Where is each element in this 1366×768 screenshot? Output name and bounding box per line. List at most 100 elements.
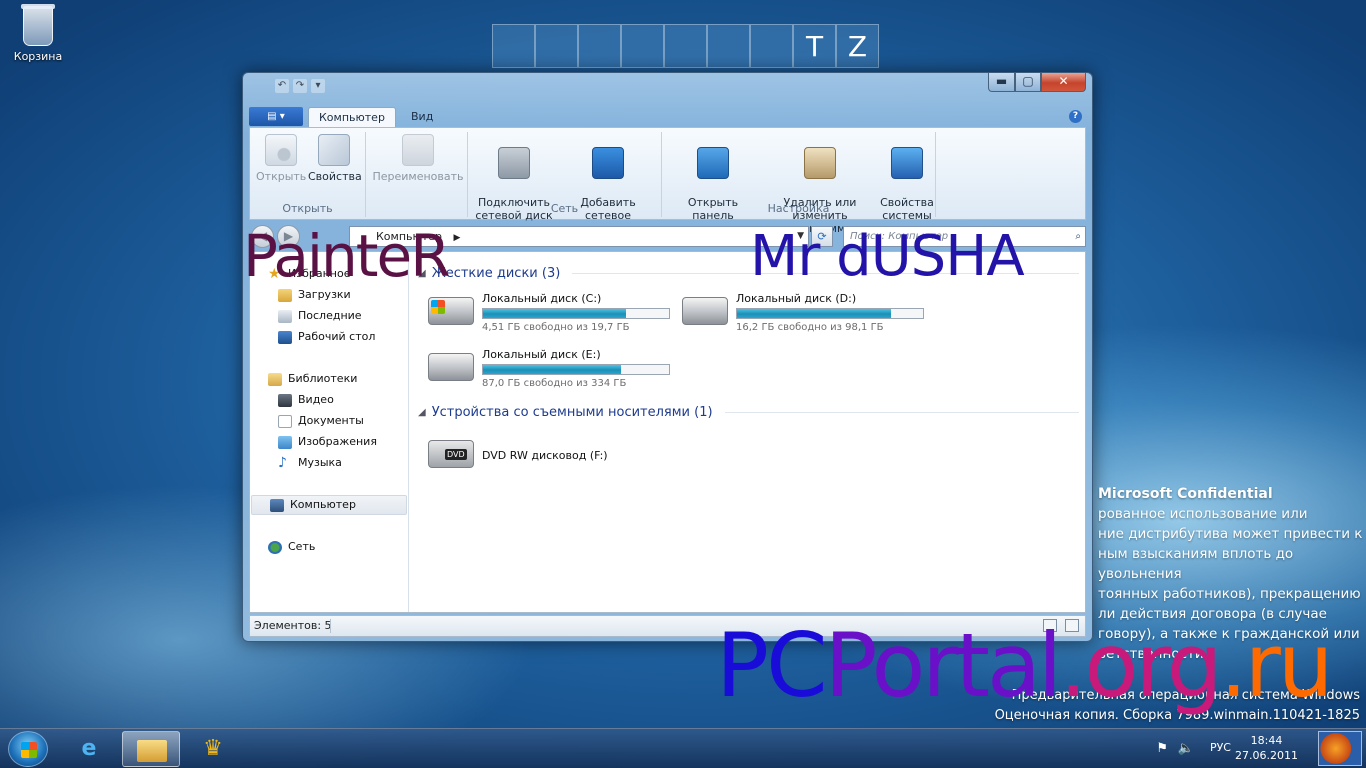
strip-cell bbox=[492, 24, 535, 68]
section-divider bbox=[724, 411, 1079, 413]
ribbon-group-network: Подключить сетевой диск ▾ Добавить сетев… bbox=[468, 132, 662, 235]
ribbon-group-label: Настройка bbox=[767, 202, 830, 215]
nav-music[interactable]: ♪ Музыка bbox=[278, 453, 342, 473]
network-location-icon bbox=[592, 147, 624, 179]
taskbar: e ♛ ⚑ 🔈 РУС 18:44 27.06.2011 bbox=[0, 728, 1366, 768]
nav-recent[interactable]: Последние bbox=[278, 306, 362, 326]
navigation-pane: ★ Избранное Загрузки Последние Рабочий с… bbox=[250, 252, 409, 612]
drive-free-space: 16,2 ГБ свободно из 98,1 ГБ bbox=[736, 322, 884, 333]
drive-name: DVD RW дисковод (F:) bbox=[482, 449, 608, 462]
nav-pictures[interactable]: Изображения bbox=[278, 432, 377, 452]
redo-icon[interactable]: ↷ bbox=[293, 79, 307, 93]
strip-cell bbox=[707, 24, 750, 68]
nav-computer-label: Компьютер bbox=[290, 498, 356, 511]
nav-network[interactable]: Сеть bbox=[268, 537, 315, 557]
rename-button[interactable]: Переименовать bbox=[372, 134, 464, 183]
action-center-flag-icon[interactable]: ⚑ bbox=[1156, 741, 1168, 756]
app-menu-button[interactable]: ▤ ▾ bbox=[249, 107, 303, 126]
explorer-taskbar-button[interactable] bbox=[122, 731, 180, 767]
crown-app-taskbar-icon[interactable]: ♛ bbox=[184, 731, 242, 767]
properties-icon bbox=[318, 134, 350, 166]
drive-c[interactable]: Локальный диск (C:) 4,51 ГБ свободно из … bbox=[428, 289, 678, 339]
nav-libraries[interactable]: Библиотеки bbox=[268, 369, 357, 389]
close-button[interactable]: ✕ bbox=[1041, 73, 1086, 92]
nav-libraries-label: Библиотеки bbox=[288, 372, 358, 385]
drive-usage-fill bbox=[483, 309, 627, 318]
nav-documents-label: Документы bbox=[298, 414, 364, 427]
tab-computer[interactable]: Компьютер bbox=[308, 107, 396, 128]
breadcrumb-chevron-icon[interactable]: ▶ bbox=[453, 233, 460, 243]
drive-name: Локальный диск (D:) bbox=[736, 292, 857, 305]
computer-icon bbox=[270, 498, 284, 512]
nav-documents[interactable]: Документы bbox=[278, 411, 364, 431]
confidential-line: тоянных работников), прекращению bbox=[1098, 586, 1361, 602]
uninstall-icon bbox=[804, 147, 836, 179]
section-removable-label: Устройства со съемными носителями (1) bbox=[431, 404, 713, 420]
volume-icon[interactable]: 🔈 bbox=[1178, 741, 1194, 756]
network-drive-icon bbox=[498, 147, 530, 179]
search-icon[interactable]: ⌕ bbox=[1075, 227, 1081, 246]
title-bar[interactable]: ↶ ↷ ▾ ▬ ▢ ✕ bbox=[243, 73, 1092, 101]
user-avatar-thumbnail[interactable] bbox=[1318, 731, 1362, 766]
strip-cell bbox=[750, 24, 793, 68]
minimize-button[interactable]: ▬ bbox=[988, 73, 1015, 92]
ribbon-group-settings: Открыть панель управления Удалить или из… bbox=[662, 132, 936, 235]
nav-desktop[interactable]: Рабочий стол bbox=[278, 327, 375, 347]
desktop-icon bbox=[278, 330, 292, 344]
control-panel-icon bbox=[697, 147, 729, 179]
status-item-count: Элементов: 5 bbox=[254, 619, 332, 632]
ribbon-group-label: Сеть bbox=[550, 202, 579, 215]
drive-d[interactable]: Локальный диск (D:) 16,2 ГБ свободно из … bbox=[682, 289, 932, 339]
customize-qat-icon[interactable]: ▾ bbox=[311, 79, 325, 93]
ribbon-group-rename: Переименовать bbox=[366, 132, 468, 217]
confidential-title: Microsoft Confidential bbox=[1098, 486, 1273, 502]
start-button[interactable] bbox=[8, 731, 48, 767]
tab-view[interactable]: Вид bbox=[401, 107, 443, 128]
clock[interactable]: 18:44 27.06.2011 bbox=[1235, 733, 1298, 763]
drive-free-space: 87,0 ГБ свободно из 334 ГБ bbox=[482, 378, 627, 389]
drive-usage-bar bbox=[482, 308, 670, 319]
top-strip: T Z bbox=[492, 24, 879, 68]
nav-music-label: Музыка bbox=[298, 456, 342, 469]
ribbon-tabs: ▤ ▾ Компьютер Вид ? bbox=[249, 105, 1086, 128]
ribbon-group-open: Открыть Свойства Открыть bbox=[250, 132, 366, 217]
explorer-window: ↶ ↷ ▾ ▬ ▢ ✕ ▤ ▾ Компьютер Вид ? Открыть … bbox=[242, 72, 1093, 642]
help-icon[interactable]: ? bbox=[1069, 110, 1082, 123]
recycle-bin-desktop-icon[interactable]: Корзина bbox=[8, 4, 68, 63]
video-library-icon bbox=[278, 393, 292, 407]
open-button[interactable]: Открыть bbox=[256, 134, 306, 183]
mrdusha-watermark: Mr dUSHA bbox=[750, 224, 1025, 289]
collapse-chevron-icon[interactable]: ◢ bbox=[418, 407, 426, 418]
drive-usage-fill bbox=[483, 365, 621, 374]
drive-f[interactable]: DVD RW дисковод (F:) bbox=[428, 432, 678, 482]
window-controls: ▬ ▢ ✕ bbox=[988, 73, 1086, 92]
pcportal-part: .ru bbox=[1219, 614, 1334, 717]
open-icon bbox=[265, 134, 297, 166]
downloads-folder-icon bbox=[278, 288, 292, 302]
nav-video[interactable]: Видео bbox=[278, 390, 334, 410]
pictures-library-icon bbox=[278, 435, 292, 449]
pcportal-part: PC bbox=[716, 614, 828, 717]
strip-cell bbox=[578, 24, 621, 68]
nav-pictures-label: Изображения bbox=[298, 435, 377, 448]
drive-free-space: 4,51 ГБ свободно из 19,7 ГБ bbox=[482, 322, 630, 333]
music-note-icon: ♪ bbox=[278, 454, 287, 471]
undo-icon[interactable]: ↶ bbox=[275, 79, 289, 93]
internet-explorer-taskbar-icon[interactable]: e bbox=[60, 731, 118, 767]
nav-computer[interactable]: Компьютер bbox=[251, 495, 407, 515]
section-removable[interactable]: ◢ Устройства со съемными носителями (1) bbox=[418, 402, 1079, 422]
system-properties-button[interactable]: Свойства системы bbox=[880, 134, 934, 235]
pcportal-part: .org bbox=[1059, 614, 1222, 717]
properties-label: Свойства bbox=[308, 170, 362, 183]
language-indicator[interactable]: РУС bbox=[1210, 741, 1231, 754]
properties-button[interactable]: Свойства bbox=[308, 134, 362, 183]
section-hard-drives-label: Жесткие диски (3) bbox=[431, 265, 561, 281]
drive-name: Локальный диск (E:) bbox=[482, 348, 601, 361]
pcportal-watermark: PCPortal.org.ru bbox=[716, 622, 1334, 710]
ribbon-group-label: Открыть bbox=[282, 202, 333, 215]
maximize-button[interactable]: ▢ bbox=[1015, 73, 1041, 92]
drive-e[interactable]: Локальный диск (E:) 87,0 ГБ свободно из … bbox=[428, 345, 678, 395]
confidential-line: ным взысканиям вплоть до увольнения bbox=[1098, 546, 1294, 582]
quick-access-toolbar: ↶ ↷ ▾ bbox=[275, 79, 325, 93]
hard-drive-icon bbox=[682, 297, 728, 325]
